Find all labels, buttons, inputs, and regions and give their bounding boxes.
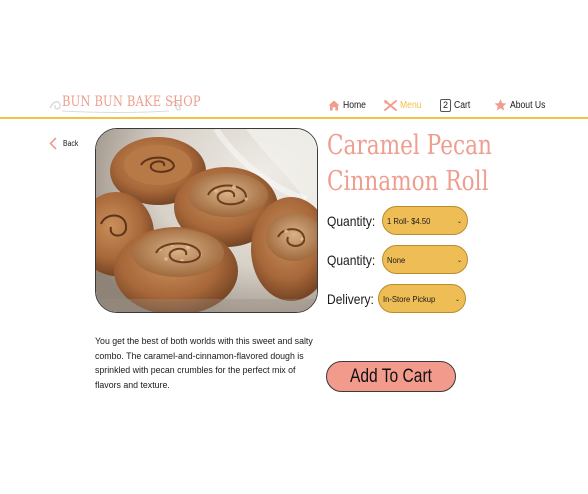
- back-link[interactable]: Back: [49, 137, 81, 150]
- nav-about[interactable]: About Us: [494, 97, 551, 113]
- add-on-quantity-select-value: None: [387, 254, 406, 265]
- shop-logo[interactable]: BUN BUN BAKE SHOP: [48, 93, 201, 115]
- cinnamon-rolls-image: [96, 129, 317, 312]
- add-to-cart-label: Add To Cart: [349, 365, 432, 387]
- nav-cart-label: Cart: [454, 99, 471, 111]
- quantity-label: Quantity:: [327, 213, 376, 229]
- logo-text: BUN BUN BAKE SHOP: [62, 94, 201, 110]
- back-label: Back: [63, 139, 79, 148]
- quantity-select-value: 1 Roll- $4.50: [387, 215, 431, 226]
- delivery-select-value: In-Store Pickup: [383, 293, 436, 304]
- nav-menu-label: Menu: [400, 99, 422, 111]
- product-photo: [95, 128, 318, 313]
- star-icon: [494, 99, 507, 111]
- chevron-down-icon: ⌄: [456, 258, 462, 264]
- nav-divider: [0, 117, 588, 119]
- nav-home-label: Home: [343, 99, 366, 111]
- utensils-icon: [384, 99, 397, 111]
- nav-home[interactable]: Home: [328, 97, 370, 113]
- product-title-line2: Cinnamon Roll: [327, 166, 489, 197]
- house-icon: [328, 100, 340, 110]
- chevron-down-icon: ⌄: [454, 297, 460, 303]
- chevron-down-icon: ⌄: [456, 219, 462, 225]
- product-title-line1: Caramel Pecan: [327, 130, 492, 161]
- add-to-cart-button[interactable]: Add To Cart: [326, 361, 456, 392]
- nav-menu[interactable]: Menu: [384, 97, 425, 113]
- nav-cart[interactable]: 2 Cart: [440, 97, 473, 113]
- cart-count-badge: 2: [440, 98, 451, 112]
- delivery-select[interactable]: In-Store Pickup ⌄: [378, 284, 466, 313]
- nav-about-label: About Us: [510, 99, 546, 111]
- chevron-left-icon: [49, 137, 57, 150]
- product-description: You get the best of both worlds with thi…: [95, 336, 313, 390]
- delivery-label: Delivery:: [327, 291, 374, 307]
- add-on-quantity-label: Quantity:: [327, 252, 376, 268]
- product-title: Caramel Pecan Cinnamon Roll: [327, 128, 495, 200]
- quantity-select[interactable]: 1 Roll- $4.50 ⌄: [382, 206, 468, 235]
- add-on-quantity-select[interactable]: None ⌄: [382, 245, 468, 274]
